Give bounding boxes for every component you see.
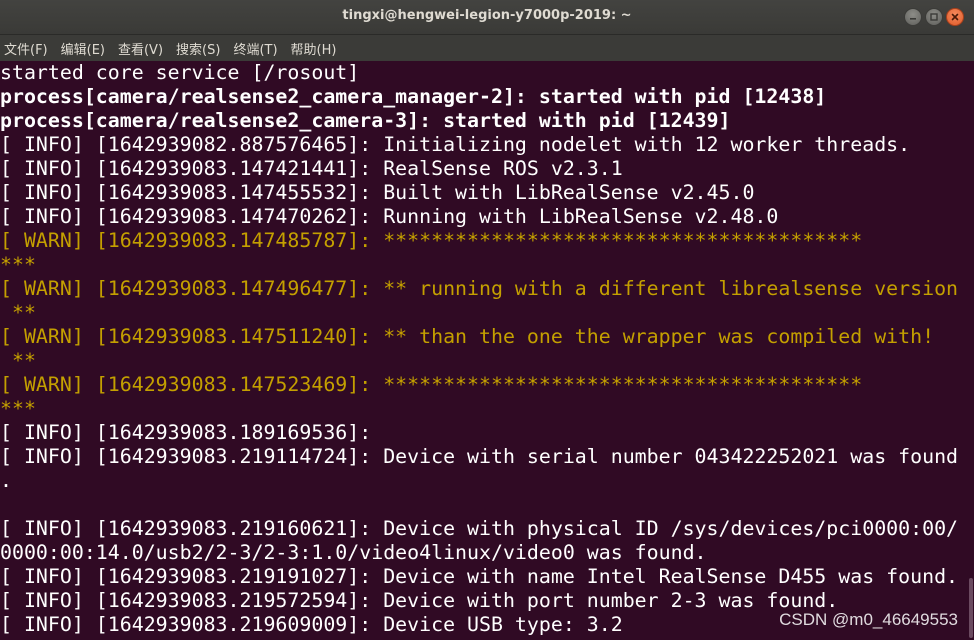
terminal-window: tingxi@hengwei-legion-y7000p-2019: ~ 文件(… (0, 0, 974, 640)
terminal-line: started core service [/rosout] (0, 61, 360, 84)
terminal-line: *** (0, 397, 36, 420)
menu-edit[interactable]: 编辑(E) (61, 39, 105, 58)
menu-file[interactable]: 文件(F) (4, 39, 48, 58)
terminal-line: ** (0, 349, 36, 372)
menu-view[interactable]: 查看(V) (118, 39, 163, 58)
terminal-line: [ WARN] [1642939083.147511240]: ** than … (0, 325, 935, 348)
terminal-line: [ WARN] [1642939083.147485787]: ********… (0, 229, 863, 252)
terminal-line: [ INFO] [1642939083.219191027]: Device w… (0, 565, 959, 588)
scrollbar-thumb[interactable] (969, 578, 973, 638)
terminal-line: . (0, 469, 12, 492)
window-controls (904, 8, 964, 26)
maximize-button[interactable] (925, 8, 943, 26)
terminal-line: [ WARN] [1642939083.147523469]: ********… (0, 373, 863, 396)
terminal-output[interactable]: started core service [/rosout] process[ca… (0, 61, 966, 640)
scrollbar[interactable] (966, 61, 974, 640)
minimize-icon (910, 18, 916, 20)
terminal-line: [ INFO] [1642939082.887576465]: Initiali… (0, 133, 911, 156)
terminal-line: [ WARN] [1642939083.147496477]: ** runni… (0, 277, 959, 300)
terminal-line: process[camera/realsense2_camera-3]: sta… (0, 109, 731, 132)
terminal-line: [ INFO] [1642939083.219160621]: Device w… (0, 517, 959, 540)
terminal-line: [ INFO] [1642939083.219114724]: Device w… (0, 445, 959, 468)
menu-terminal[interactable]: 终端(T) (233, 39, 277, 58)
close-icon (951, 13, 959, 21)
watermark: CSDN @m0_46649553 (779, 610, 958, 629)
terminal-line: *** (0, 253, 36, 276)
terminal-line: ** (0, 301, 36, 324)
menu-search[interactable]: 搜索(S) (176, 39, 220, 58)
menu-help[interactable]: 帮助(H) (291, 39, 337, 58)
terminal-line: [ INFO] [1642939083.147470262]: Running … (0, 205, 779, 228)
title-bar[interactable]: tingxi@hengwei-legion-y7000p-2019: ~ (0, 0, 974, 35)
menu-bar: 文件(F) 编辑(E) 查看(V) 搜索(S) 终端(T) 帮助(H) (0, 35, 974, 61)
maximize-icon (930, 13, 938, 21)
terminal-line: [ INFO] [1642939083.147455532]: Built wi… (0, 181, 755, 204)
terminal-line: [ INFO] [1642939083.147421441]: RealSens… (0, 157, 623, 180)
terminal-line: [ INFO] [1642939083.189169536]: (0, 421, 372, 444)
close-button[interactable] (946, 8, 964, 26)
terminal-line: 0000:00:14.0/usb2/2-3/2-3:1.0/video4linu… (0, 541, 707, 564)
window-title: tingxi@hengwei-legion-y7000p-2019: ~ (342, 8, 632, 23)
terminal-line: process[camera/realsense2_camera_manager… (0, 85, 827, 108)
minimize-button[interactable] (904, 8, 922, 26)
